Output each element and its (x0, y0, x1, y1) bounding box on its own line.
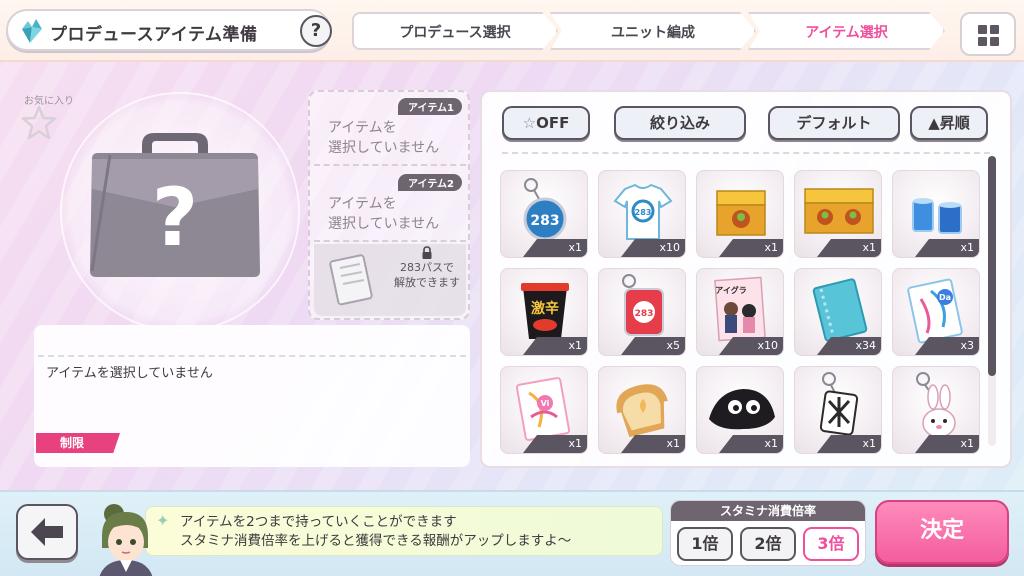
footer-bar: ✦ アイテムを2つまで持っていくことができます スタミナ消費倍率を上げると獲得で… (0, 490, 1024, 576)
item-cell[interactable]: 283 x5 (598, 268, 686, 356)
step-unit-formation[interactable]: ユニット編成 (550, 12, 756, 50)
limit-tag: 制限 (36, 433, 120, 453)
item-cell[interactable]: 激辛 x1 (500, 268, 588, 356)
sort-mode-button[interactable]: デフォルト (768, 106, 900, 140)
item-cell[interactable]: x1 (892, 366, 980, 454)
scrollbar-thumb[interactable] (988, 156, 996, 376)
item-description: アイテムを選択していません (46, 366, 213, 381)
item-cell[interactable]: x1 (794, 170, 882, 258)
svg-text:Da: Da (939, 293, 951, 302)
divider (38, 355, 466, 357)
item-list-panel: ☆OFF 絞り込み デフォルト ▲昇順 283 x1 283 x10 x1 x1… (480, 90, 1012, 468)
item-cell[interactable]: x1 (696, 170, 784, 258)
sort-order-button[interactable]: ▲昇順 (910, 106, 988, 140)
star-outline-icon: ☆ (522, 114, 537, 132)
svg-text:?: ? (152, 171, 198, 264)
unlock-note: 283パスで 解放できます (394, 261, 460, 289)
divider (502, 152, 990, 154)
narrow-filter-button[interactable]: 絞り込み (614, 106, 746, 140)
favorite-filter-toggle[interactable]: ☆OFF (502, 106, 590, 140)
briefcase-question-icon: ? (90, 133, 260, 277)
item-cell[interactable]: x1 (892, 170, 980, 258)
page-title: プロデュースアイテム準備 (50, 25, 258, 45)
assistant-avatar (99, 504, 153, 576)
item-slot-2[interactable]: アイテム2 アイテムを 選択していません (314, 170, 466, 242)
back-button[interactable] (16, 504, 78, 560)
slot-empty-text: アイテムを 選択していません (328, 196, 440, 232)
item-cell[interactable]: x34 (794, 268, 882, 356)
rate-1x-button[interactable]: 1倍 (677, 527, 733, 561)
item-cell[interactable]: Da x3 (892, 268, 980, 356)
item-cell[interactable]: x1 (794, 366, 882, 454)
header-bar: プロデュースアイテム準備 ? プロデュース選択 ユニット編成 アイテム選択 (0, 0, 1024, 62)
item-slot-locked[interactable]: 283パスで 解放できます (314, 244, 466, 316)
arrow-left-icon (31, 518, 63, 546)
stamina-title: スタミナ消費倍率 (671, 501, 865, 521)
item-cell[interactable]: 283 x10 (598, 170, 686, 258)
item-cell[interactable]: Vi x1 (500, 366, 588, 454)
rate-2x-button[interactable]: 2倍 (740, 527, 796, 561)
item-grid: 283 x1 283 x10 x1 x1 x1 激辛 x1 283 x5 アイグ… (500, 170, 984, 454)
slot-tag: アイテム2 (398, 174, 462, 191)
hint-text: アイテムを2つまで持っていくことができます スタミナ消費倍率を上げると獲得できる… (180, 514, 572, 549)
item-slots: アイテム1 アイテムを 選択していません アイテム2 アイテムを 選択していません … (308, 90, 470, 320)
step-item-select[interactable]: アイテム選択 (748, 12, 945, 50)
svg-text:激辛: 激辛 (531, 300, 559, 317)
step-produce-select[interactable]: プロデュース選択 (352, 12, 558, 50)
item-slot-1[interactable]: アイテム1 アイテムを 選択していません (314, 94, 466, 166)
help-button[interactable]: ? (300, 15, 332, 47)
stamina-rate-panel: スタミナ消費倍率 1倍 2倍 3倍 (670, 500, 866, 566)
scrollbar[interactable] (988, 156, 996, 446)
slot-empty-text: アイテムを 選択していません (328, 120, 440, 156)
title-pill: プロデュースアイテム準備 ? (6, 9, 332, 51)
step-breadcrumb: プロデュース選択 ユニット編成 アイテム選択 (352, 12, 945, 50)
item-cell[interactable]: x1 (696, 366, 784, 454)
svg-text:283: 283 (635, 208, 652, 217)
item-cell[interactable]: アイグラ x10 (696, 268, 784, 356)
rate-3x-button[interactable]: 3倍 (803, 527, 859, 561)
item-cell[interactable]: x1 (598, 366, 686, 454)
notebook-locked-icon (329, 254, 373, 306)
gem-icon (22, 19, 42, 43)
svg-text:283: 283 (530, 213, 559, 229)
item-description-box: アイテムを選択していません 制限 (34, 325, 470, 467)
slot-tag: アイテム1 (398, 98, 462, 115)
lock-icon (422, 246, 432, 259)
svg-text:アイグラ: アイグラ (715, 285, 746, 295)
menu-button[interactable] (960, 12, 1016, 56)
svg-text:Vi: Vi (541, 399, 550, 408)
star-outline-icon[interactable] (20, 104, 58, 142)
hint-bubble: ✦ アイテムを2つまで持っていくことができます スタミナ消費倍率を上げると獲得で… (145, 506, 663, 556)
item-cell[interactable]: 283 x1 (500, 170, 588, 258)
confirm-button[interactable]: 決定 (875, 500, 1009, 564)
svg-text:283: 283 (635, 309, 654, 319)
